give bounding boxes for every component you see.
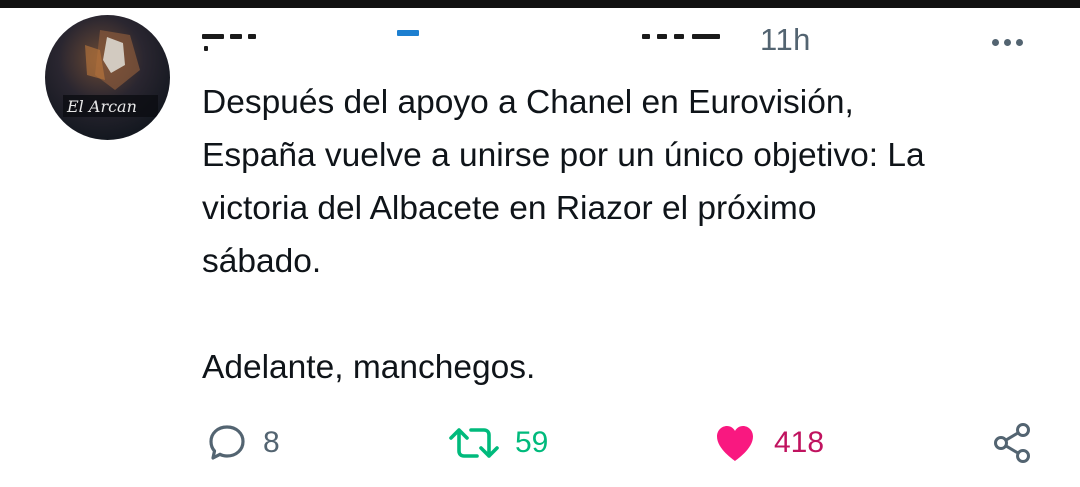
more-dot <box>1004 38 1011 46</box>
share-button[interactable] <box>990 418 1034 468</box>
retweet-button[interactable]: 59 <box>447 418 548 468</box>
author-name-redacted[interactable] <box>202 30 747 52</box>
more-options-icon[interactable] <box>992 36 1032 48</box>
avatar-lettering: El Arcan <box>66 97 137 116</box>
tweet-actions: 8 59 418 <box>0 418 1080 468</box>
avatar-image: El Arcan <box>63 30 158 117</box>
like-count: 418 <box>774 426 825 459</box>
tweet-text: Después del apoyo a Chanel en Eurovisión… <box>202 84 925 386</box>
tweet-timestamp[interactable]: 11h <box>760 22 811 58</box>
retweet-count: 59 <box>515 426 549 459</box>
tweet-header: 11h <box>202 18 1002 63</box>
share-icon <box>994 423 1030 463</box>
reply-button[interactable]: 8 <box>205 418 280 468</box>
avatar[interactable]: El Arcan <box>45 15 170 140</box>
reply-icon <box>209 425 245 460</box>
like-button[interactable]: 418 <box>714 418 824 468</box>
top-bar <box>0 0 1080 8</box>
more-dot <box>992 38 999 46</box>
heart-icon <box>717 426 753 461</box>
more-dot <box>1016 38 1023 46</box>
reply-count: 8 <box>263 426 280 459</box>
retweet-icon <box>449 428 499 458</box>
